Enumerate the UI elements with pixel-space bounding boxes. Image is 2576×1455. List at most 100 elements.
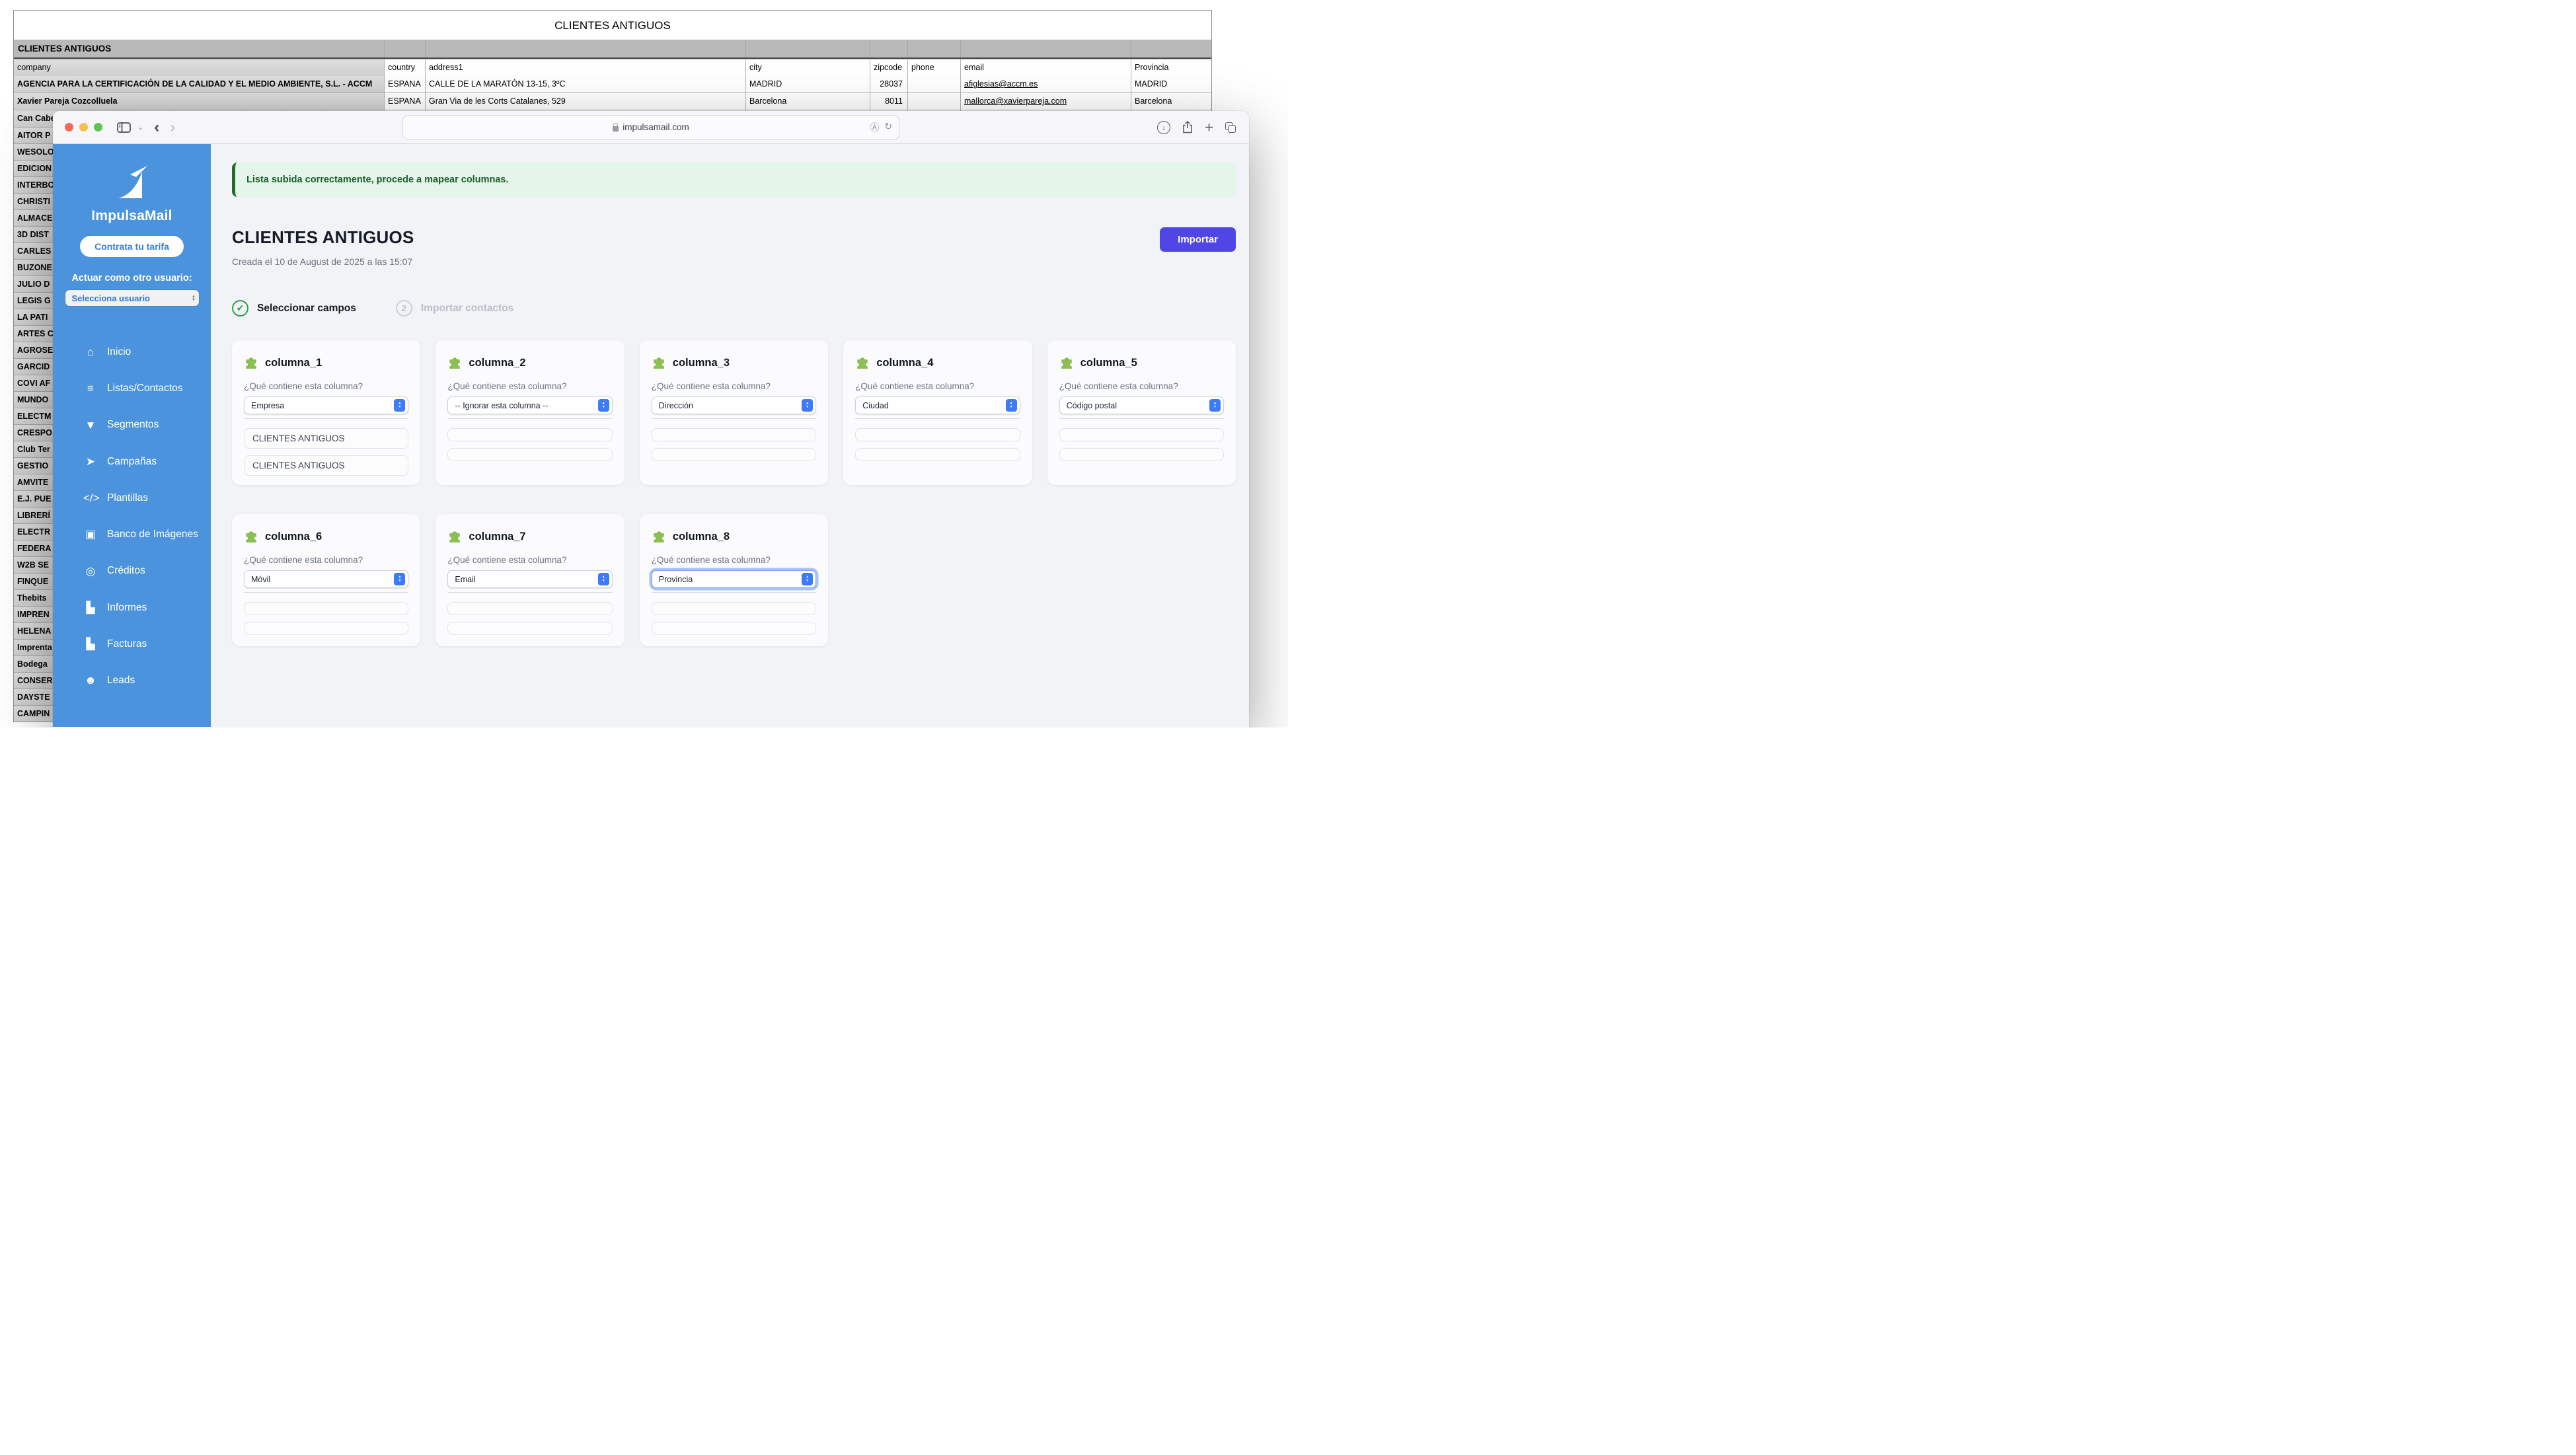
column-mapping-select[interactable]: Código postal ▴▾ — [1059, 396, 1224, 414]
step1-label: Seleccionar campos — [257, 303, 356, 315]
column-card-title: columna_1 — [265, 357, 322, 369]
browser-window: ⌄ ‹ › impulsamail.com Ⓐ ↻ ↓ + — [53, 111, 1249, 728]
cell-country: ESPANA — [384, 76, 425, 93]
select-stepper-icon: ▴▾ — [802, 399, 813, 412]
sidebar-item[interactable]: ▙ Informes — [53, 589, 211, 626]
sample-value — [855, 448, 1020, 461]
chevron-down-icon[interactable]: ⌄ — [137, 123, 143, 131]
column-question: ¿Qué contiene esta columna? — [244, 381, 408, 391]
sidebar-item[interactable]: ▼ Segmentos — [53, 407, 211, 443]
selected-field: Empresa — [251, 401, 284, 410]
sidebar-item[interactable]: ▣ Banco de Imágenes — [53, 516, 211, 552]
sidebar-item[interactable]: </> Plantillas — [53, 480, 211, 516]
sidebar-toggle-icon[interactable] — [117, 122, 131, 133]
column-card-title: columna_8 — [673, 531, 730, 543]
cell-zipcode: 28037 — [870, 76, 907, 93]
sample-value — [652, 622, 816, 635]
cell-phone — [907, 76, 960, 93]
back-button[interactable]: ‹ — [154, 121, 159, 134]
steps: ✔ Seleccionar campos 2 Importar contacto… — [232, 300, 1236, 317]
sidebar-item[interactable]: ☻ Leads — [53, 662, 211, 698]
sample-value — [244, 602, 408, 615]
page-subtitle: Creada el 10 de August de 2025 a las 15:… — [232, 256, 414, 267]
cell-address1: Gran Via de les Corts Catalanes, 529 — [425, 93, 745, 110]
column-mapping-select[interactable]: -- Ignorar esta columna -- ▴▾ — [447, 396, 612, 414]
column-card: columna_4 ¿Qué contiene esta columna? Ci… — [843, 340, 1032, 485]
cell-company: AGENCIA PARA LA CERTIFICACIÓN DE LA CALI… — [14, 76, 384, 93]
sample-value — [652, 448, 816, 461]
puzzle-icon — [652, 527, 667, 546]
list-icon: ≡ — [83, 381, 98, 395]
success-banner: Lista subida correctamente, procede a ma… — [232, 163, 1236, 197]
new-tab-icon[interactable]: + — [1205, 122, 1213, 133]
sample-value — [447, 622, 612, 635]
column-mapping-select[interactable]: Ciudad ▴▾ — [855, 396, 1020, 414]
spreadsheet-header-band: CLIENTES ANTIGUOS — [14, 40, 1211, 59]
page-header: CLIENTES ANTIGUOS Creada el 10 de August… — [232, 227, 1236, 267]
sidebar-item-label: Listas/Contactos — [107, 382, 183, 394]
column-mapping-select[interactable]: Empresa ▴▾ — [244, 396, 408, 414]
url-bar[interactable]: impulsamail.com Ⓐ ↻ — [402, 115, 899, 140]
paper-plane-icon: ➤ — [83, 455, 98, 468]
column-mapping-select[interactable]: Dirección ▴▾ — [652, 396, 816, 414]
user-select[interactable]: Selecciona usuario ▴▾ — [65, 290, 199, 306]
reload-icon[interactable]: ↻ — [884, 121, 892, 134]
selected-field: Provincia — [659, 575, 693, 584]
column-mapping-select[interactable]: Email ▴▾ — [447, 570, 612, 588]
column-header: email — [960, 59, 1131, 76]
column-mapping-select[interactable]: Provincia ▴▾ — [652, 570, 816, 588]
column-card: columna_2 ¿Qué contiene esta columna? --… — [436, 340, 624, 485]
sidebar-item[interactable]: ▙ Facturas — [53, 626, 211, 662]
minimize-window-button[interactable] — [79, 123, 88, 131]
cell-country: ESPANA — [384, 93, 425, 110]
band-label: CLIENTES ANTIGUOS — [14, 40, 384, 57]
puzzle-icon — [244, 527, 259, 546]
cell-city: Barcelona — [745, 93, 870, 110]
column-mapping-select[interactable]: Móvil ▴▾ — [244, 570, 408, 588]
page-title: CLIENTES ANTIGUOS — [232, 227, 414, 248]
select-stepper-icon: ▴▾ — [598, 573, 609, 585]
traffic-lights — [65, 123, 102, 131]
select-stepper-icon: ▴▾ — [802, 573, 813, 585]
sidebar-item-label: Informes — [107, 601, 147, 614]
cell-address1: CALLE DE LA MARATÓN 13-15, 3ºC — [425, 76, 745, 93]
column-card-title: columna_7 — [469, 531, 525, 543]
zoom-window-button[interactable] — [94, 123, 102, 131]
sample-value — [1059, 448, 1224, 461]
sidebar-item[interactable]: ≡ Listas/Contactos — [53, 370, 211, 406]
sample-value — [652, 428, 816, 441]
sidebar-item[interactable]: ◎ Créditos — [53, 553, 211, 589]
sample-value: CLIENTES ANTIGUOS — [244, 455, 408, 476]
puzzle-icon — [1059, 354, 1075, 372]
translate-icon[interactable]: Ⓐ — [870, 121, 879, 134]
puzzle-icon — [652, 354, 667, 372]
home-icon: ⌂ — [83, 345, 98, 359]
tab-overview-icon[interactable] — [1225, 122, 1236, 133]
sidebar-item-label: Campañas — [107, 455, 157, 468]
downloads-icon[interactable]: ↓ — [1157, 121, 1170, 134]
sidebar-item[interactable]: ➤ Campañas — [53, 443, 211, 480]
bar-chart-icon: ▙ — [83, 601, 98, 615]
column-card: columna_6 ¿Qué contiene esta columna? Mó… — [232, 514, 420, 646]
forward-button[interactable]: › — [170, 121, 175, 134]
table-row: Xavier Pareja Cozcolluela ESPANA Gran Vi… — [14, 93, 1211, 110]
sample-value — [652, 602, 816, 615]
close-window-button[interactable] — [65, 123, 73, 131]
importar-button[interactable]: Importar — [1160, 227, 1236, 252]
cell-company: Xavier Pareja Cozcolluela — [14, 93, 384, 110]
selected-field: Móvil — [251, 575, 270, 584]
column-header: Provincia — [1131, 59, 1211, 76]
url-text: impulsamail.com — [623, 122, 689, 132]
share-icon[interactable] — [1182, 121, 1193, 133]
select-stepper-icon: ▴▾ — [1006, 399, 1017, 412]
sidebar-menu: ⌂ Inicio ≡ Listas/Contactos ▼ Segmentos — [53, 334, 211, 699]
browser-titlebar: ⌄ ‹ › impulsamail.com Ⓐ ↻ ↓ + — [53, 111, 1249, 144]
step2-number: 2 — [396, 300, 412, 317]
contrata-tarifa-button[interactable]: Contrata tu tarifa — [80, 236, 184, 257]
spreadsheet-column-headers: company country address1 city zipcode ph… — [14, 59, 1211, 76]
column-question: ¿Qué contiene esta columna? — [1059, 381, 1224, 391]
sidebar-item[interactable]: ⌂ Inicio — [53, 334, 211, 370]
sample-value: CLIENTES ANTIGUOS — [244, 428, 408, 449]
sidebar-item-label: Leads — [107, 674, 135, 687]
selected-field: Código postal — [1067, 401, 1117, 410]
